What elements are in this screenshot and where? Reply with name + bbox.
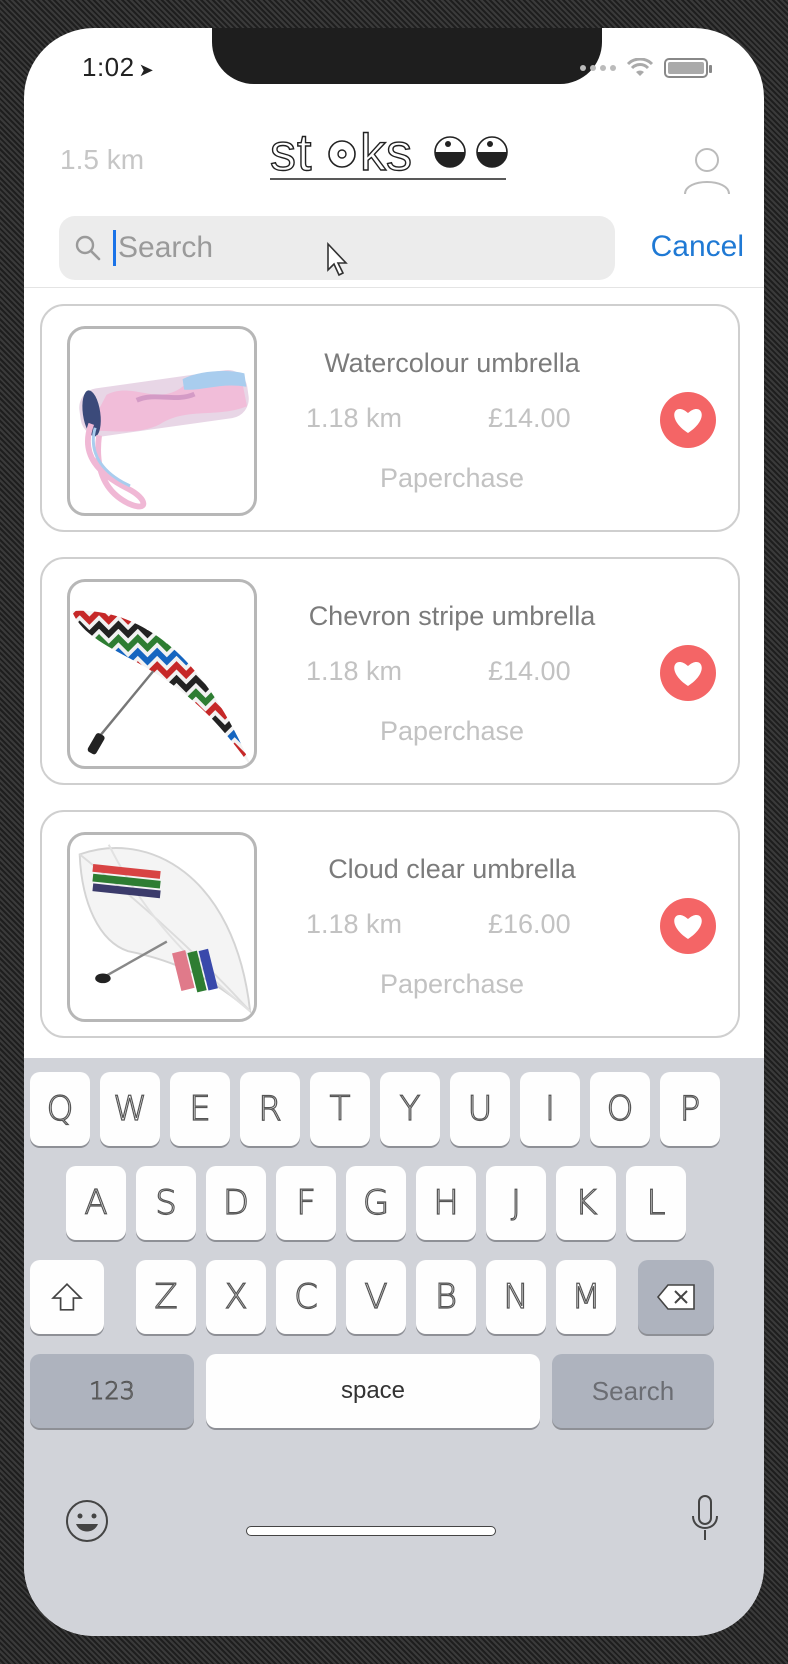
- location-distance[interactable]: 1.5 km: [60, 144, 144, 176]
- key-z[interactable]: Z: [136, 1260, 196, 1334]
- phone-screen: 1:02 ➤ 1.5 km st ks Search Cancel Waterc…: [24, 28, 764, 1636]
- product-image: [67, 326, 257, 516]
- favorite-button[interactable]: [660, 392, 716, 448]
- app-header: 1.5 km st ks: [24, 116, 764, 195]
- heart-icon: [674, 914, 702, 939]
- signal-dots-icon: [580, 65, 616, 71]
- product-image: [67, 579, 257, 769]
- key-o[interactable]: O: [590, 1072, 650, 1146]
- product-distance: 1.18 km: [306, 403, 403, 433]
- key-g[interactable]: G: [346, 1166, 406, 1240]
- key-d[interactable]: D: [206, 1166, 266, 1240]
- location-arrow-icon: ➤: [138, 60, 155, 80]
- product-store: Paperchase: [379, 463, 525, 493]
- product-title: Chevron stripe umbrella: [308, 601, 596, 631]
- product-image: [67, 832, 257, 1022]
- wifi-icon: [626, 58, 654, 76]
- space-key[interactable]: space: [206, 1354, 540, 1428]
- key-u[interactable]: U: [450, 1072, 510, 1146]
- status-time: 1:02 ➤: [82, 52, 154, 83]
- svg-text:st: st: [270, 124, 312, 182]
- key-i[interactable]: I: [520, 1072, 580, 1146]
- product-distance: 1.18 km: [306, 656, 403, 686]
- cancel-button[interactable]: Cancel: [651, 230, 744, 264]
- onscreen-keyboard: Q W E R T Y U I O P A S D F G H J K L Z …: [24, 1058, 764, 1636]
- status-indicators: [580, 58, 712, 78]
- search-key[interactable]: Search: [552, 1354, 714, 1428]
- key-w[interactable]: W: [100, 1072, 160, 1146]
- battery-icon: [664, 58, 712, 78]
- search-bar: Cancel: [24, 188, 764, 288]
- key-b[interactable]: B: [416, 1260, 476, 1334]
- search-icon: [75, 235, 101, 261]
- key-r[interactable]: R: [240, 1072, 300, 1146]
- key-y[interactable]: Y: [380, 1072, 440, 1146]
- product-title: Watercolour umbrella: [324, 348, 580, 378]
- product-card[interactable]: Watercolour umbrella 1.18 km £14.00 Pape…: [40, 304, 740, 532]
- backspace-icon: [656, 1284, 695, 1310]
- heart-icon: [674, 661, 702, 686]
- key-c[interactable]: C: [276, 1260, 336, 1334]
- home-indicator[interactable]: [246, 1526, 496, 1536]
- shift-icon: [51, 1282, 83, 1311]
- key-n[interactable]: N: [486, 1260, 546, 1334]
- shift-key[interactable]: [30, 1260, 104, 1334]
- text-caret: [113, 230, 116, 266]
- key-f[interactable]: F: [276, 1166, 336, 1240]
- heart-icon: [674, 408, 702, 433]
- product-price: £14.00: [488, 403, 571, 433]
- product-distance: 1.18 km: [306, 909, 403, 939]
- svg-text:ks: ks: [360, 124, 412, 182]
- product-store: Paperchase: [379, 716, 525, 746]
- favorite-button[interactable]: [660, 898, 716, 954]
- emoji-icon[interactable]: [64, 1498, 110, 1544]
- mouse-pointer-icon: [327, 242, 348, 277]
- key-k[interactable]: K: [556, 1166, 616, 1240]
- app-logo: st ks: [270, 124, 508, 183]
- numbers-key[interactable]: 123: [30, 1354, 194, 1428]
- microphone-icon[interactable]: [690, 1494, 720, 1544]
- key-s[interactable]: S: [136, 1166, 196, 1240]
- notch: [212, 28, 602, 84]
- key-h[interactable]: H: [416, 1166, 476, 1240]
- key-j[interactable]: J: [486, 1166, 546, 1240]
- key-v[interactable]: V: [346, 1260, 406, 1334]
- product-price: £14.00: [488, 656, 571, 686]
- product-card[interactable]: Chevron stripe umbrella 1.18 km £14.00 P…: [40, 557, 740, 785]
- key-q[interactable]: Q: [30, 1072, 90, 1146]
- favorite-button[interactable]: [660, 645, 716, 701]
- key-l[interactable]: L: [626, 1166, 686, 1240]
- product-store: Paperchase: [379, 969, 525, 999]
- key-x[interactable]: X: [206, 1260, 266, 1334]
- key-m[interactable]: M: [556, 1260, 616, 1334]
- product-list: Watercolour umbrella 1.18 km £14.00 Pape…: [40, 292, 740, 1103]
- clock: 1:02: [82, 52, 135, 82]
- key-p[interactable]: P: [660, 1072, 720, 1146]
- key-a[interactable]: A: [66, 1166, 126, 1240]
- key-t[interactable]: T: [310, 1072, 370, 1146]
- product-title: Cloud clear umbrella: [328, 854, 576, 884]
- product-price: £16.00: [488, 909, 571, 939]
- backspace-key[interactable]: [638, 1260, 714, 1334]
- key-e[interactable]: E: [170, 1072, 230, 1146]
- product-card[interactable]: Cloud clear umbrella 1.18 km £16.00 Pape…: [40, 810, 740, 1038]
